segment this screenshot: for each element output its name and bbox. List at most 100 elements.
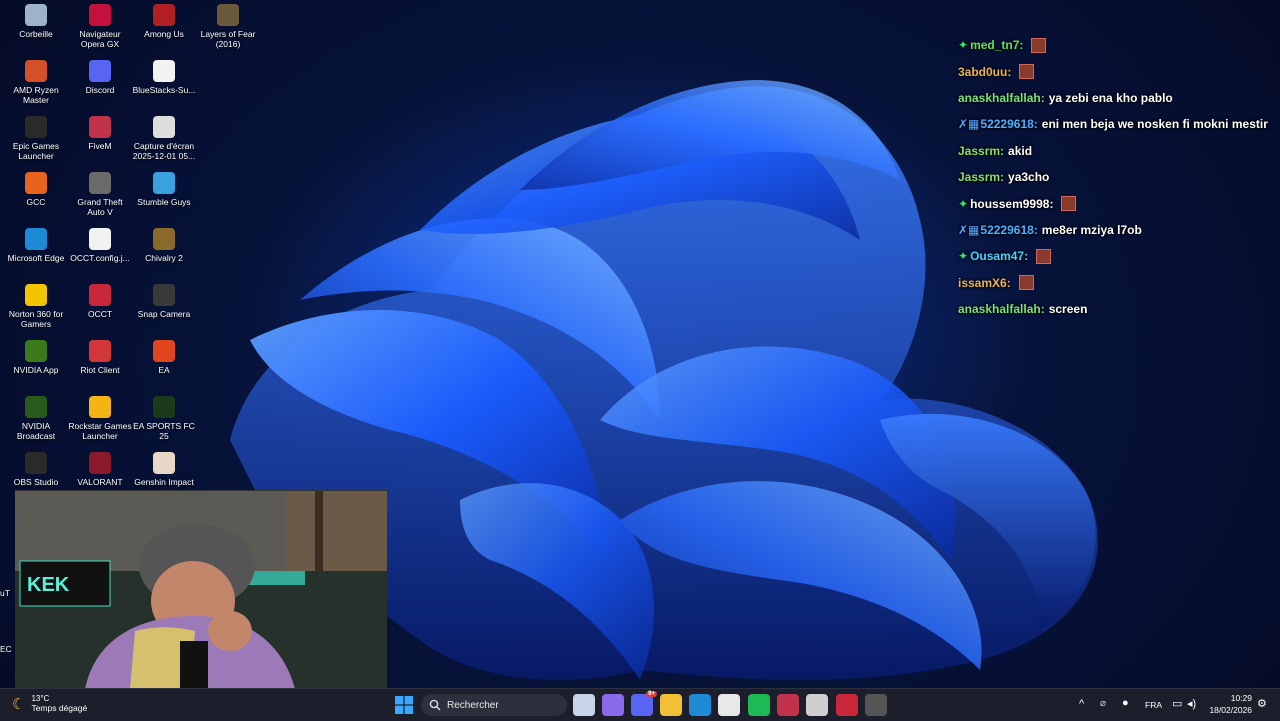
clock[interactable]: 10:29 18/02/2026 xyxy=(1206,693,1252,715)
chivalry-icon xyxy=(153,228,175,250)
file-explorer-icon[interactable] xyxy=(660,694,682,716)
desktop-icon[interactable]: OCCT xyxy=(68,284,132,319)
blue-badge-icon: ✗▦ xyxy=(958,117,980,132)
desktop-icon[interactable]: NVIDIA App xyxy=(4,340,68,375)
volume-icon[interactable]: ◂) xyxy=(1187,697,1196,710)
desktop-icon[interactable]: Chivalry 2 xyxy=(132,228,196,263)
desktop-icon-label: EA SPORTS FC 25 xyxy=(133,421,195,441)
obs-icon xyxy=(25,452,47,474)
stream-chat-overlay: ✦ med_tn7: 3abd0uu: anaskhalfallah: ya zebi … xyxy=(958,32,1278,322)
discord-icon xyxy=(89,60,111,82)
desktop-icon[interactable]: GCC xyxy=(4,172,68,207)
desktop-icon-label: Microsoft Edge xyxy=(7,253,65,263)
weather-desc: Temps dégagé xyxy=(31,703,88,713)
chat-username: Jassrm: xyxy=(958,170,1005,185)
desktop-icon[interactable]: Microsoft Edge xyxy=(4,228,68,263)
weather-temp: 13°C xyxy=(31,694,50,703)
weather-widget[interactable]: ☾ 13°C Temps dégagé xyxy=(12,694,87,713)
desktop-icon-label: VALORANT xyxy=(77,477,123,487)
chat-message: ✦ houssem9998: xyxy=(958,190,1278,216)
gcc-icon xyxy=(25,172,47,194)
edge-icon[interactable] xyxy=(689,694,711,716)
desktop-icon[interactable]: VALORANT xyxy=(68,452,132,487)
desktop-icon[interactable]: Navigateur Opera GX xyxy=(68,4,132,49)
desktop-icon[interactable]: NVIDIA Broadcast xyxy=(4,396,68,441)
spotify-icon[interactable] xyxy=(748,694,770,716)
moon-icon: ☾ xyxy=(12,695,26,713)
copilot-icon[interactable] xyxy=(602,694,624,716)
desktop-icon-label: Norton 360 for Gamers xyxy=(8,309,64,329)
desktop-icon[interactable]: Rockstar Games Launcher xyxy=(68,396,132,441)
desktop-icon[interactable]: OBS Studio xyxy=(4,452,68,487)
desktop-icon[interactable]: Corbeille xyxy=(4,4,68,39)
desktop-icon-label: GCC xyxy=(26,197,46,207)
desktop-icon[interactable]: Snap Camera xyxy=(132,284,196,319)
desktop-icon-label: OBS Studio xyxy=(13,477,59,487)
desktop-icon[interactable]: Stumble Guys xyxy=(132,172,196,207)
desktop-icon[interactable]: Genshin Impact xyxy=(132,452,196,487)
desktop-icon[interactable]: Riot Client xyxy=(68,340,132,375)
app-red-icon[interactable] xyxy=(836,694,858,716)
search-placeholder: Rechercher xyxy=(447,699,499,711)
chat-username: houssem9998: xyxy=(970,196,1054,211)
desktop-icon-label: Among Us xyxy=(144,29,184,39)
desktop-icon-label: Epic Games Launcher xyxy=(12,141,60,161)
green-badge-icon: ✦ xyxy=(958,249,969,264)
chat-message: anaskhalfallah: ya zebi ena kho pablo xyxy=(958,85,1278,111)
ea-fc-icon xyxy=(153,396,175,418)
nvidia-broadcast-icon xyxy=(25,396,47,418)
hidden-network-icon[interactable]: ⌀ xyxy=(1100,698,1106,709)
desktop-icon-label: FiveM xyxy=(88,141,112,151)
desktop-icon[interactable]: Among Us xyxy=(132,4,196,39)
desktop-icon[interactable]: Grand Theft Auto V xyxy=(68,172,132,217)
genshin-icon xyxy=(153,452,175,474)
edge-icon xyxy=(25,228,47,250)
clock-time: 10:29 xyxy=(1230,693,1252,703)
desktop-icon[interactable]: FiveM xyxy=(68,116,132,151)
desktop-icon[interactable]: EA xyxy=(132,340,196,375)
app-dark-icon[interactable] xyxy=(865,694,887,716)
emote-icon xyxy=(1019,64,1035,80)
fivem-icon xyxy=(89,116,111,138)
notification-badge: 9+ xyxy=(646,691,657,697)
start-button[interactable] xyxy=(395,696,413,714)
desktop-icon-label: Capture d'écran 2025-12-01 05... xyxy=(132,141,196,161)
chat-text: eni men beja we nosken fi mokni mestir xyxy=(1041,117,1268,132)
desktop-icon-label: Genshin Impact xyxy=(134,477,194,487)
chat-message: ✦ med_tn7: xyxy=(958,32,1278,58)
desktop-icon[interactable]: AMD Ryzen Master xyxy=(4,60,68,105)
desktop-icon-label: Riot Client xyxy=(80,365,120,375)
desktop-icon[interactable]: BlueStacks-Su... xyxy=(132,60,196,95)
desktop-icon[interactable]: Discord xyxy=(68,60,132,95)
desktop-icon[interactable]: Epic Games Launcher xyxy=(4,116,68,161)
store-icon[interactable] xyxy=(718,694,740,716)
norton-icon xyxy=(25,284,47,306)
desktop-icon[interactable]: Layers of Fear (2016) xyxy=(196,4,260,49)
fivem-icon[interactable] xyxy=(777,694,799,716)
taskbar-search[interactable]: Rechercher xyxy=(421,694,567,716)
lang-indicator[interactable]: FRA xyxy=(1145,700,1162,710)
desktop-icon[interactable]: EA SPORTS FC 25 xyxy=(132,396,196,441)
chevron-up-icon[interactable]: ^ xyxy=(1079,698,1084,710)
desktop-icon-label: OCCT.config.j... xyxy=(70,253,130,263)
desktop-icon[interactable]: Capture d'écran 2025-12-01 05... xyxy=(132,116,196,161)
desktop-icon[interactable]: OCCT.config.j... xyxy=(68,228,132,263)
obs-icon[interactable] xyxy=(806,694,828,716)
notification-icon[interactable]: ⚙ xyxy=(1257,697,1267,710)
chat-text: screen xyxy=(1048,302,1088,317)
microphone-icon[interactable]: ● xyxy=(1122,697,1129,709)
snap-camera-icon xyxy=(153,284,175,306)
task-view-icon[interactable] xyxy=(573,694,595,716)
chat-message: Jassrm: akid xyxy=(958,138,1278,164)
occt-icon xyxy=(89,284,111,306)
discord-icon[interactable]: 9+ xyxy=(631,691,657,716)
webcam-feed: KEK xyxy=(15,490,387,689)
webcam-scene: KEK xyxy=(15,491,387,689)
desktop-icon[interactable]: Norton 360 for Gamers xyxy=(4,284,68,329)
emote-icon xyxy=(1061,196,1077,212)
desktop-icon-label: Chivalry 2 xyxy=(145,253,183,263)
recycle-bin-icon xyxy=(25,4,47,26)
chat-username: med_tn7: xyxy=(970,38,1024,53)
chat-username: Ousam47: xyxy=(970,249,1029,264)
network-icon[interactable]: ▭ xyxy=(1172,697,1182,710)
